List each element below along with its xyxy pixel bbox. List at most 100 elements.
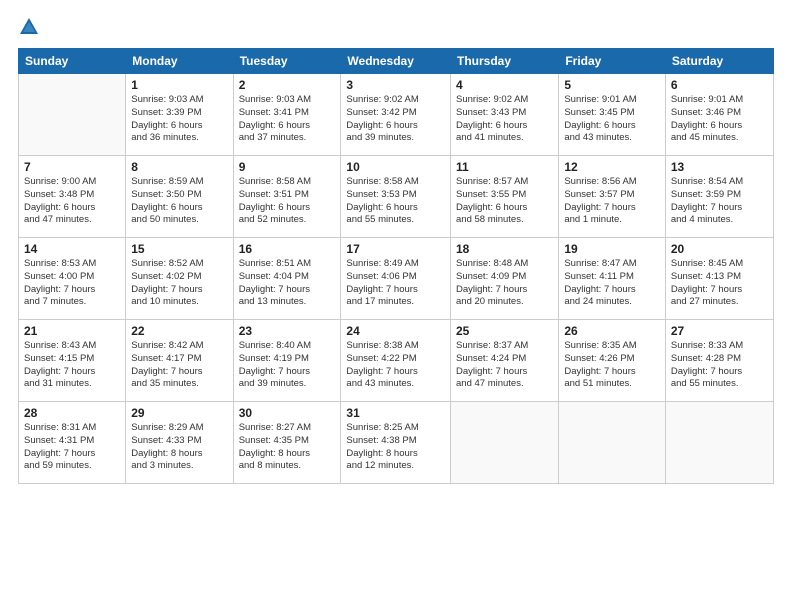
- calendar-cell: 29 Sunrise: 8:29 AMSunset: 4:33 PMDayligh…: [126, 402, 233, 484]
- calendar-cell: 14 Sunrise: 8:53 AMSunset: 4:00 PMDayligh…: [19, 238, 126, 320]
- day-number: 6: [671, 78, 768, 92]
- day-info: Sunrise: 8:29 AMSunset: 4:33 PMDaylight:…: [131, 422, 227, 473]
- day-number: 3: [346, 78, 445, 92]
- weekday-header: Monday: [126, 49, 233, 74]
- logo-icon: [18, 16, 40, 38]
- day-number: 14: [24, 242, 120, 256]
- day-number: 19: [564, 242, 660, 256]
- day-info: Sunrise: 8:59 AMSunset: 3:50 PMDaylight:…: [131, 176, 227, 227]
- calendar-header-row: SundayMondayTuesdayWednesdayThursdayFrid…: [19, 49, 774, 74]
- calendar-cell: 27 Sunrise: 8:33 AMSunset: 4:28 PMDayligh…: [665, 320, 773, 402]
- calendar-cell: 9Sunrise: 8:58 AMSunset: 3:51 PMDaylight…: [233, 156, 341, 238]
- day-info: Sunrise: 8:56 AMSunset: 3:57 PMDaylight:…: [564, 176, 660, 227]
- calendar-cell: 24Sunrise: 8:38 AMSunset: 4:22 PMDayligh…: [341, 320, 451, 402]
- day-info: Sunrise: 8:38 AMSunset: 4:22 PMDaylight:…: [346, 340, 445, 391]
- day-info: Sunrise: 9:00 AMSunset: 3:48 PMDaylight:…: [24, 176, 120, 227]
- day-number: 4: [456, 78, 553, 92]
- calendar-cell: 30 Sunrise: 8:27 AMSunset: 4:35 PMDayligh…: [233, 402, 341, 484]
- day-info: Sunrise: 8:37 AMSunset: 4:24 PMDaylight:…: [456, 340, 553, 391]
- day-info: Sunrise: 8:51 AMSunset: 4:04 PMDaylight:…: [239, 258, 336, 309]
- weekday-header: Friday: [559, 49, 666, 74]
- weekday-header: Saturday: [665, 49, 773, 74]
- day-number: 21: [24, 324, 120, 338]
- calendar-cell: 17 Sunrise: 8:49 AMSunset: 4:06 PMDayligh…: [341, 238, 451, 320]
- calendar-week-row: 7 Sunrise: 9:00 AMSunset: 3:48 PMDaylight…: [19, 156, 774, 238]
- calendar-cell: 18 Sunrise: 8:48 AMSunset: 4:09 PMDayligh…: [451, 238, 559, 320]
- calendar-cell: 22Sunrise: 8:42 AMSunset: 4:17 PMDayligh…: [126, 320, 233, 402]
- weekday-header: Tuesday: [233, 49, 341, 74]
- day-info: Sunrise: 8:42 AMSunset: 4:17 PMDaylight:…: [131, 340, 227, 391]
- calendar-cell: 13 Sunrise: 8:54 AMSunset: 3:59 PMDayligh…: [665, 156, 773, 238]
- day-number: 25: [456, 324, 553, 338]
- day-info: Sunrise: 9:01 AMSunset: 3:45 PMDaylight:…: [564, 94, 660, 145]
- day-info: Sunrise: 9:02 AMSunset: 3:42 PMDaylight:…: [346, 94, 445, 145]
- day-number: 26: [564, 324, 660, 338]
- calendar-cell: 11Sunrise: 8:57 AMSunset: 3:55 PMDayligh…: [451, 156, 559, 238]
- day-info: Sunrise: 8:40 AMSunset: 4:19 PMDaylight:…: [239, 340, 336, 391]
- page: { "header": { "logo_general": "General",…: [0, 0, 792, 612]
- calendar-cell: 5 Sunrise: 9:01 AMSunset: 3:45 PMDaylight…: [559, 74, 666, 156]
- day-info: Sunrise: 8:58 AMSunset: 3:51 PMDaylight:…: [239, 176, 336, 227]
- calendar-cell: 16 Sunrise: 8:51 AMSunset: 4:04 PMDayligh…: [233, 238, 341, 320]
- calendar-cell: 21Sunrise: 8:43 AMSunset: 4:15 PMDayligh…: [19, 320, 126, 402]
- day-info: Sunrise: 8:25 AMSunset: 4:38 PMDaylight:…: [346, 422, 445, 473]
- day-info: Sunrise: 8:35 AMSunset: 4:26 PMDaylight:…: [564, 340, 660, 391]
- calendar-week-row: 21Sunrise: 8:43 AMSunset: 4:15 PMDayligh…: [19, 320, 774, 402]
- day-number: 17: [346, 242, 445, 256]
- day-number: 10: [346, 160, 445, 174]
- header: [18, 16, 774, 38]
- calendar-cell: 1Sunrise: 9:03 AMSunset: 3:39 PMDaylight…: [126, 74, 233, 156]
- day-info: Sunrise: 8:27 AMSunset: 4:35 PMDaylight:…: [239, 422, 336, 473]
- day-info: Sunrise: 8:45 AMSunset: 4:13 PMDaylight:…: [671, 258, 768, 309]
- calendar-cell: 4Sunrise: 9:02 AMSunset: 3:43 PMDaylight…: [451, 74, 559, 156]
- day-number: 27: [671, 324, 768, 338]
- calendar-week-row: 28Sunrise: 8:31 AMSunset: 4:31 PMDayligh…: [19, 402, 774, 484]
- calendar-cell: 12 Sunrise: 8:56 AMSunset: 3:57 PMDayligh…: [559, 156, 666, 238]
- day-info: Sunrise: 8:58 AMSunset: 3:53 PMDaylight:…: [346, 176, 445, 227]
- day-number: 5: [564, 78, 660, 92]
- logo: [18, 16, 44, 38]
- calendar-cell: 26 Sunrise: 8:35 AMSunset: 4:26 PMDayligh…: [559, 320, 666, 402]
- day-number: 12: [564, 160, 660, 174]
- calendar-cell: 31 Sunrise: 8:25 AMSunset: 4:38 PMDayligh…: [341, 402, 451, 484]
- weekday-header: Thursday: [451, 49, 559, 74]
- day-number: 30: [239, 406, 336, 420]
- calendar-cell: [451, 402, 559, 484]
- day-info: Sunrise: 8:48 AMSunset: 4:09 PMDaylight:…: [456, 258, 553, 309]
- day-info: Sunrise: 9:03 AMSunset: 3:41 PMDaylight:…: [239, 94, 336, 145]
- day-info: Sunrise: 8:52 AMSunset: 4:02 PMDaylight:…: [131, 258, 227, 309]
- day-info: Sunrise: 8:33 AMSunset: 4:28 PMDaylight:…: [671, 340, 768, 391]
- calendar-cell: [665, 402, 773, 484]
- day-number: 31: [346, 406, 445, 420]
- calendar-cell: 28Sunrise: 8:31 AMSunset: 4:31 PMDayligh…: [19, 402, 126, 484]
- day-number: 20: [671, 242, 768, 256]
- day-info: Sunrise: 8:54 AMSunset: 3:59 PMDaylight:…: [671, 176, 768, 227]
- day-number: 16: [239, 242, 336, 256]
- calendar-cell: [19, 74, 126, 156]
- calendar-cell: 19 Sunrise: 8:47 AMSunset: 4:11 PMDayligh…: [559, 238, 666, 320]
- calendar-cell: 15 Sunrise: 8:52 AMSunset: 4:02 PMDayligh…: [126, 238, 233, 320]
- day-number: 7: [24, 160, 120, 174]
- day-info: Sunrise: 8:53 AMSunset: 4:00 PMDaylight:…: [24, 258, 120, 309]
- day-info: Sunrise: 9:01 AMSunset: 3:46 PMDaylight:…: [671, 94, 768, 145]
- calendar-cell: [559, 402, 666, 484]
- day-number: 15: [131, 242, 227, 256]
- day-info: Sunrise: 8:49 AMSunset: 4:06 PMDaylight:…: [346, 258, 445, 309]
- calendar-cell: 3 Sunrise: 9:02 AMSunset: 3:42 PMDaylight…: [341, 74, 451, 156]
- weekday-header: Wednesday: [341, 49, 451, 74]
- calendar-cell: 10 Sunrise: 8:58 AMSunset: 3:53 PMDayligh…: [341, 156, 451, 238]
- day-number: 2: [239, 78, 336, 92]
- day-number: 11: [456, 160, 553, 174]
- day-number: 13: [671, 160, 768, 174]
- calendar-cell: 25 Sunrise: 8:37 AMSunset: 4:24 PMDayligh…: [451, 320, 559, 402]
- day-number: 23: [239, 324, 336, 338]
- calendar-cell: 6 Sunrise: 9:01 AMSunset: 3:46 PMDaylight…: [665, 74, 773, 156]
- day-number: 1: [131, 78, 227, 92]
- calendar-week-row: 1Sunrise: 9:03 AMSunset: 3:39 PMDaylight…: [19, 74, 774, 156]
- calendar-cell: 7 Sunrise: 9:00 AMSunset: 3:48 PMDaylight…: [19, 156, 126, 238]
- weekday-header: Sunday: [19, 49, 126, 74]
- day-number: 18: [456, 242, 553, 256]
- calendar-cell: 23 Sunrise: 8:40 AMSunset: 4:19 PMDayligh…: [233, 320, 341, 402]
- day-number: 29: [131, 406, 227, 420]
- day-info: Sunrise: 8:47 AMSunset: 4:11 PMDaylight:…: [564, 258, 660, 309]
